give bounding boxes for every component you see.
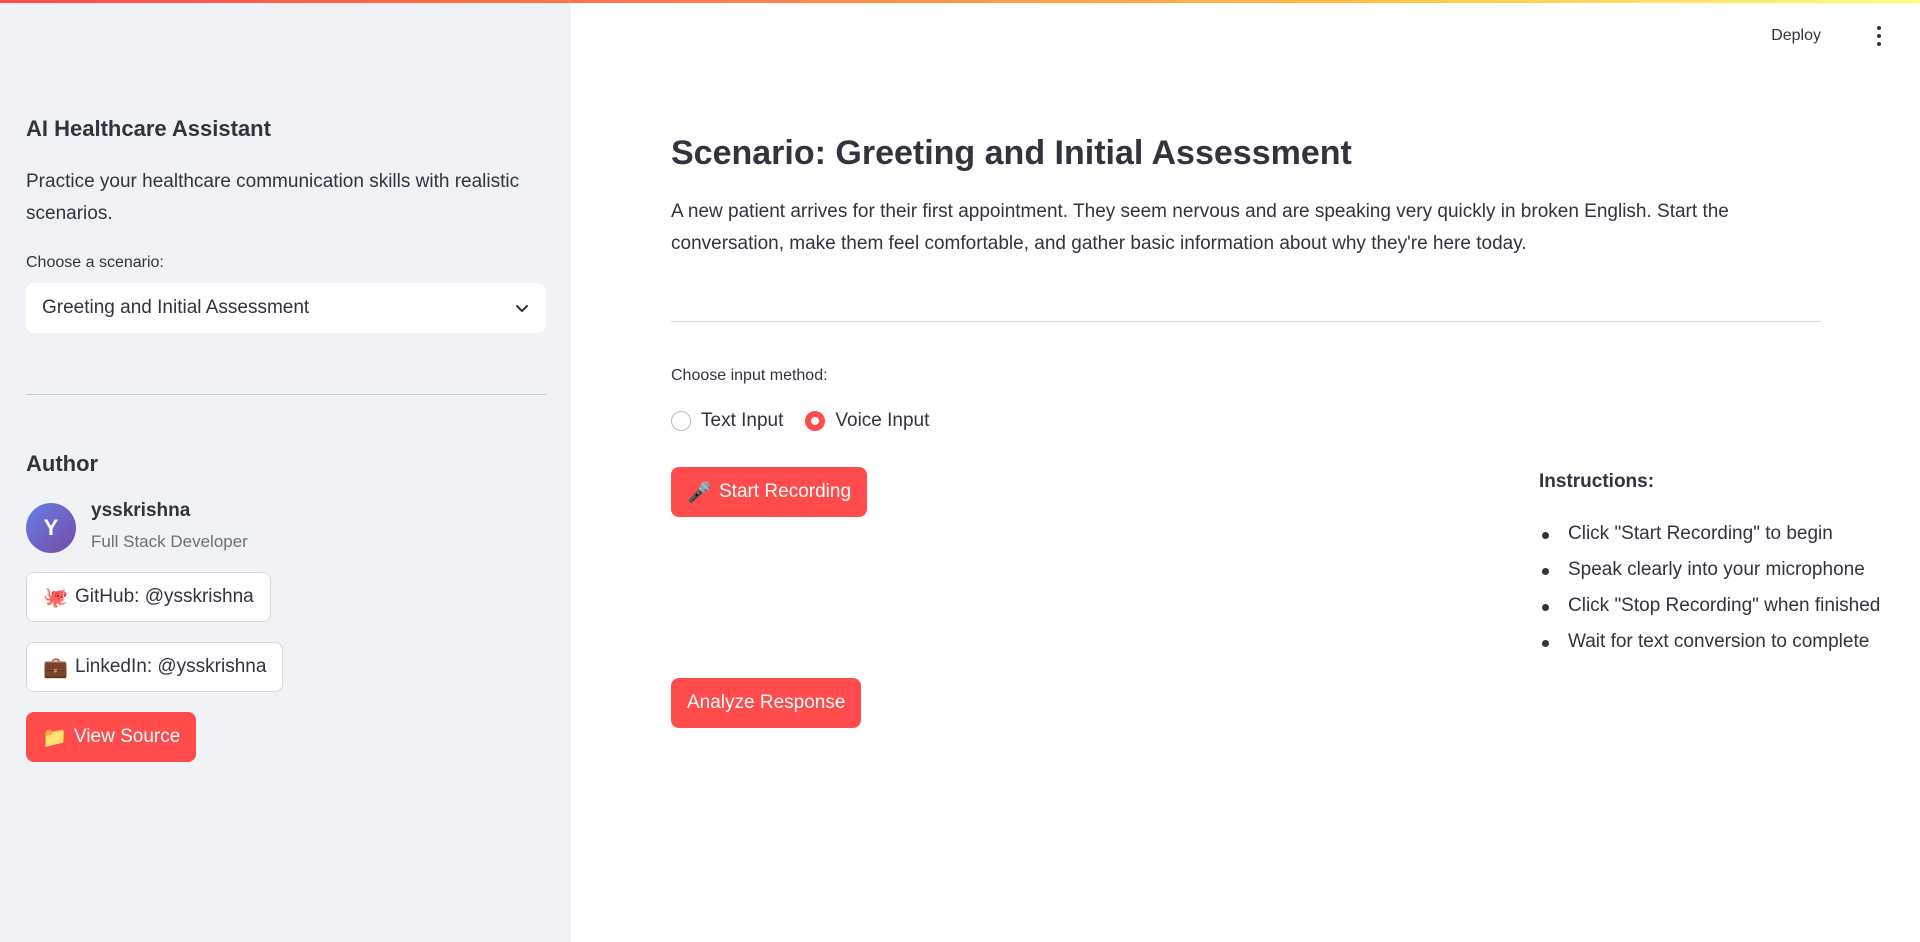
view-source-button[interactable]: 📁 View Source bbox=[26, 712, 197, 762]
page-title: Scenario: Greeting and Initial Assessmen… bbox=[671, 134, 1352, 172]
start-recording-button[interactable]: 🎤 Start Recording bbox=[671, 467, 868, 517]
avatar: Y bbox=[26, 503, 76, 553]
github-link-label: GitHub: @ysskrishna bbox=[75, 586, 254, 607]
deploy-button[interactable]: Deploy bbox=[1771, 27, 1821, 45]
radio-label: Text Input bbox=[701, 410, 784, 431]
linkedin-link-button[interactable]: 💼 LinkedIn: @ysskrishna bbox=[26, 642, 284, 692]
microphone-icon: 🎤 bbox=[687, 481, 712, 504]
radio-voice-input[interactable]: Voice Input bbox=[805, 410, 929, 432]
author-role: Full Stack Developer bbox=[91, 532, 248, 551]
sidebar: AI Healthcare Assistant Practice your he… bbox=[0, 0, 571, 942]
sidebar-description: Practice your healthcare communication s… bbox=[26, 171, 520, 224]
analyze-response-label: Analyze Response bbox=[687, 692, 846, 713]
radio-selected-icon bbox=[805, 411, 826, 431]
header-decoration bbox=[0, 0, 1920, 3]
author-heading: Author bbox=[26, 451, 99, 476]
scenario-select-value: Greeting and Initial Assessment bbox=[42, 297, 310, 318]
author-name: ysskrishna bbox=[91, 500, 191, 521]
more-options-icon[interactable] bbox=[1874, 26, 1884, 48]
folder-icon: 📁 bbox=[42, 726, 67, 749]
chevron-down-icon bbox=[516, 305, 528, 312]
scenario-description: A new patient arrives for their first ap… bbox=[671, 201, 1729, 254]
radio-label: Voice Input bbox=[835, 410, 930, 431]
list-item: Wait for text conversion to complete bbox=[1539, 626, 1880, 662]
radio-circle-icon bbox=[671, 411, 691, 431]
sidebar-divider bbox=[26, 394, 546, 395]
instructions-title: Instructions: bbox=[1539, 471, 1655, 492]
list-item: Click "Start Recording" to begin bbox=[1539, 518, 1880, 554]
list-item: Speak clearly into your microphone bbox=[1539, 554, 1880, 590]
content-divider bbox=[671, 321, 1821, 322]
scenario-select[interactable]: Greeting and Initial Assessment bbox=[26, 283, 546, 333]
view-source-label: View Source bbox=[74, 726, 181, 747]
octopus-icon: 🐙 bbox=[43, 586, 68, 609]
briefcase-icon: 💼 bbox=[43, 656, 68, 679]
main-content: Deploy Scenario: Greeting and Initial As… bbox=[571, 0, 1920, 942]
sidebar-title: AI Healthcare Assistant bbox=[26, 116, 271, 141]
start-recording-label: Start Recording bbox=[719, 481, 852, 502]
linkedin-link-label: LinkedIn: @ysskrishna bbox=[75, 656, 267, 677]
instructions-list: Click "Start Recording" to begin Speak c… bbox=[1539, 518, 1880, 662]
analyze-response-button[interactable]: Analyze Response bbox=[671, 678, 862, 728]
radio-text-input[interactable]: Text Input bbox=[671, 410, 783, 432]
list-item: Click "Stop Recording" when finished bbox=[1539, 590, 1880, 626]
scenario-select-label: Choose a scenario: bbox=[26, 254, 164, 271]
github-link-button[interactable]: 🐙 GitHub: @ysskrishna bbox=[26, 572, 271, 622]
input-method-radio-group: Text Input Voice Input bbox=[671, 410, 929, 432]
input-method-label: Choose input method: bbox=[671, 367, 828, 384]
